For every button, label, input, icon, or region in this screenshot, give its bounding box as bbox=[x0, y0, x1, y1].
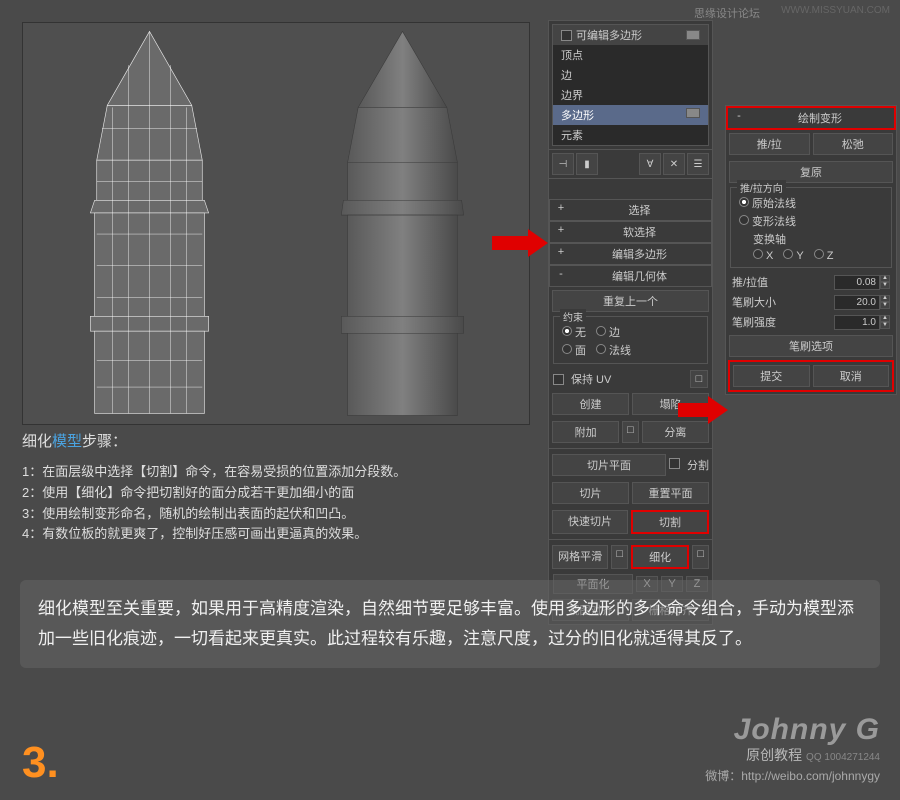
msmooth-settings[interactable]: □ bbox=[611, 545, 628, 569]
author-sub: 原创教程 QQ 1004271244 bbox=[705, 745, 880, 765]
quickslice-button[interactable]: 快速切片 bbox=[552, 510, 628, 534]
modifier-panel: 可编辑多边形 顶点 边 边界 多边形 元素 ⊣ ▮ ∀ ✕ ☰ +选择 +软选择… bbox=[548, 20, 713, 625]
reset-plane-button[interactable]: 重置平面 bbox=[632, 482, 709, 504]
push-pull-value[interactable] bbox=[834, 275, 880, 290]
make-unique-icon[interactable]: ∀ bbox=[639, 153, 661, 175]
dir-label: 推/拉方向 bbox=[737, 180, 786, 195]
value-spinner[interactable]: ▲▼ bbox=[880, 275, 890, 289]
brush-str-label: 笔刷强度 bbox=[732, 314, 834, 330]
subobj-polygon-label: 多边形 bbox=[561, 110, 594, 122]
slice-plane-button[interactable]: 切片平面 bbox=[552, 454, 666, 476]
brush-size[interactable] bbox=[834, 295, 880, 310]
split-label: 分割 bbox=[687, 454, 709, 476]
remove-mod-icon[interactable]: ✕ bbox=[663, 153, 685, 175]
preserve-uv-checkbox[interactable] bbox=[553, 374, 564, 385]
tessellate-settings[interactable]: □ bbox=[692, 545, 709, 569]
axis-z[interactable]: Z bbox=[814, 249, 834, 262]
commit-button[interactable]: 提交 bbox=[733, 365, 810, 387]
tessellate-button[interactable]: 细化 bbox=[631, 545, 689, 569]
slice-button[interactable]: 切片 bbox=[552, 482, 629, 504]
color-swatch[interactable] bbox=[686, 30, 700, 40]
subobj-border[interactable]: 边界 bbox=[553, 85, 708, 105]
detach-button[interactable]: 分离 bbox=[642, 421, 709, 443]
brush-size-label: 笔刷大小 bbox=[732, 294, 834, 310]
attach-settings[interactable]: □ bbox=[622, 421, 639, 443]
dir-deform-normal[interactable]: 变形法线 bbox=[739, 213, 796, 229]
author-name: Johnny G bbox=[705, 713, 880, 747]
author-weibo: 微博：http://weibo.com/johnnygy bbox=[705, 767, 880, 784]
cut-button[interactable]: 切割 bbox=[631, 510, 709, 534]
step-number: 3. bbox=[22, 738, 59, 788]
msmooth-button[interactable]: 网格平滑 bbox=[552, 545, 608, 569]
subobj-vertex[interactable]: 顶点 bbox=[553, 45, 708, 65]
rollout-editpoly[interactable]: +编辑多边形 bbox=[549, 243, 712, 265]
constraint-label: 约束 bbox=[560, 309, 586, 324]
rollout-softselect[interactable]: +软选择 bbox=[549, 221, 712, 243]
viewport-inner bbox=[23, 23, 529, 424]
constraint-group: 约束 无 边 面 法线 bbox=[553, 316, 708, 364]
show-end-icon[interactable]: ▮ bbox=[576, 153, 598, 175]
step2: 2：使用【细化】命令把切割好的面分成若干更加细小的面 bbox=[22, 483, 532, 504]
constraint-edge[interactable]: 边 bbox=[596, 324, 620, 340]
subobject-list[interactable]: 可编辑多边形 顶点 边 边界 多边形 元素 bbox=[552, 24, 709, 146]
preserve-uv-settings[interactable]: □ bbox=[690, 370, 708, 388]
wireframe-model bbox=[23, 23, 276, 424]
step3: 3：使用绘制变形命名，随机的绘制出表面的起伏和凹凸。 bbox=[22, 504, 532, 525]
modifier-header[interactable]: 可编辑多边形 bbox=[553, 25, 708, 45]
instructions-block: 细化模型步骤： 1：在面层级中选择【切割】命令，在容易受损的位置添加分段数。 2… bbox=[22, 430, 532, 545]
constraint-normal[interactable]: 法线 bbox=[596, 342, 631, 358]
relax-button[interactable]: 松弛 bbox=[813, 133, 894, 155]
axis-y[interactable]: Y bbox=[783, 249, 803, 262]
modifier-name: 可编辑多边形 bbox=[576, 27, 642, 43]
polygon-color-swatch[interactable] bbox=[686, 108, 700, 118]
dir-trans-axis[interactable]: 变换轴 bbox=[753, 231, 786, 247]
push-pull-button[interactable]: 推/拉 bbox=[729, 133, 810, 155]
paint-deform-header[interactable]: -绘制变形 bbox=[726, 106, 896, 130]
configure-icon[interactable]: ☰ bbox=[687, 153, 709, 175]
paint-deform-panel: -绘制变形 推/拉松弛 复原 推/拉方向 原始法线 变形法线 变换轴 X Y Z… bbox=[725, 105, 897, 395]
solid-model bbox=[276, 23, 529, 424]
forum-name: 思缘设计论坛 bbox=[694, 5, 760, 21]
create-button[interactable]: 创建 bbox=[552, 393, 629, 415]
forum-url: WWW.MISSYUAN.COM bbox=[781, 5, 890, 16]
rollout-select[interactable]: +选择 bbox=[549, 199, 712, 221]
constraint-face[interactable]: 面 bbox=[562, 342, 586, 358]
subobj-element[interactable]: 元素 bbox=[553, 125, 708, 145]
cancel-button[interactable]: 取消 bbox=[813, 365, 890, 387]
constraint-none[interactable]: 无 bbox=[562, 324, 586, 340]
subobj-edge[interactable]: 边 bbox=[553, 65, 708, 85]
brush-strength[interactable] bbox=[834, 315, 880, 330]
lightbulb-icon bbox=[561, 30, 572, 41]
step1: 1：在面层级中选择【切割】命令，在容易受损的位置添加分段数。 bbox=[22, 462, 532, 483]
rollout-editgeom[interactable]: -编辑几何体 bbox=[549, 265, 712, 287]
preserve-uv-label: 保持 UV bbox=[571, 371, 611, 387]
viewport-3d[interactable] bbox=[22, 22, 530, 425]
stack-toolbar: ⊣ ▮ ∀ ✕ ☰ bbox=[549, 149, 712, 179]
axis-x[interactable]: X bbox=[753, 249, 773, 262]
attach-button[interactable]: 附加 bbox=[552, 421, 619, 443]
dir-orig-normal[interactable]: 原始法线 bbox=[739, 195, 796, 211]
value-label: 推/拉值 bbox=[732, 274, 834, 290]
push-pull-dir-group: 推/拉方向 原始法线 变形法线 变换轴 X Y Z bbox=[730, 187, 892, 268]
split-checkbox[interactable] bbox=[669, 458, 680, 469]
subobj-polygon[interactable]: 多边形 bbox=[553, 105, 708, 125]
brush-str-spinner[interactable]: ▲▼ bbox=[880, 315, 890, 329]
step4: 4：有数位板的就更爽了，控制好压感可画出更逼真的效果。 bbox=[22, 524, 532, 545]
preserve-uv-row: 保持 UV □ bbox=[549, 368, 712, 390]
pin-stack-icon[interactable]: ⊣ bbox=[552, 153, 574, 175]
brush-size-spinner[interactable]: ▲▼ bbox=[880, 295, 890, 309]
signature-block: Johnny G 原创教程 QQ 1004271244 微博：http://we… bbox=[705, 713, 880, 784]
instructions-title: 细化模型步骤： bbox=[22, 430, 532, 454]
summary-text: 细化模型至关重要，如果用于高精度渲染，自然细节要足够丰富。使用多边形的多个命令组… bbox=[20, 580, 880, 668]
brush-options-button[interactable]: 笔刷选项 bbox=[729, 335, 893, 357]
